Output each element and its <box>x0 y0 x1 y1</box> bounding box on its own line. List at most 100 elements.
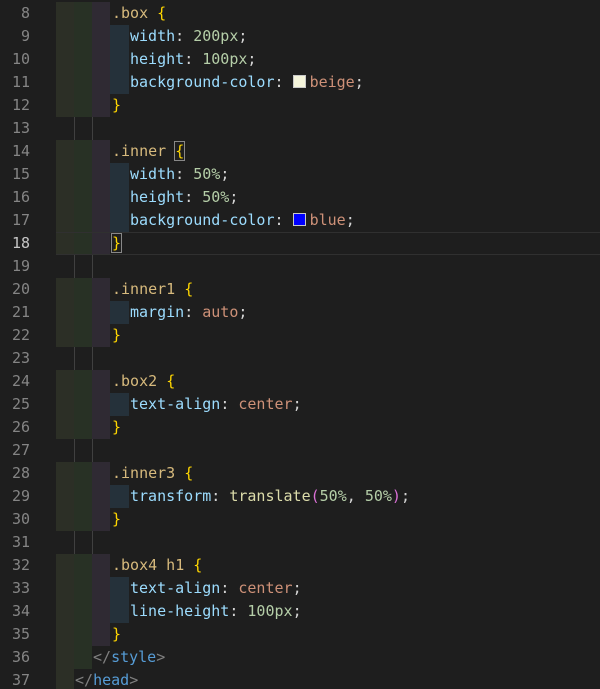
code-line-9[interactable]: 9 width: 200px; <box>0 25 600 48</box>
code-line-11[interactable]: 11 background-color: beige; <box>0 71 600 94</box>
indent-band <box>92 577 110 600</box>
code-text: </style> <box>93 646 165 669</box>
code-line-18[interactable]: 18 } <box>0 232 600 255</box>
code-line-17[interactable]: 17 background-color: blue; <box>0 209 600 232</box>
code-line-20[interactable]: 20 .inner1 { <box>0 278 600 301</box>
line-number: 33 <box>11 579 30 597</box>
code-text: width: 50%; <box>130 163 229 186</box>
code-editor[interactable]: 8 .box { 9 width: 200px; 10 height: 100p… <box>0 0 600 689</box>
code-line-37[interactable]: 37 </head> <box>0 669 600 689</box>
tag-open-bracket: </ <box>75 671 94 689</box>
code-line-25[interactable]: 25 text-align: center; <box>0 393 600 416</box>
semicolon: ; <box>345 211 355 229</box>
code-line-28[interactable]: 28 .inner3 { <box>0 462 600 485</box>
indent-guide <box>92 347 93 370</box>
line-number: 11 <box>11 73 30 91</box>
indent-band <box>74 485 92 508</box>
code-line-27[interactable]: 27 <box>0 439 600 462</box>
indent-band <box>56 186 74 209</box>
indent-band <box>56 324 74 347</box>
indent-band <box>92 554 110 577</box>
code-line-13[interactable]: 13 <box>0 117 600 140</box>
code-text: .box4 h1 { <box>112 554 202 577</box>
colon: : <box>274 211 293 229</box>
code-line-29[interactable]: 29 transform: translate(50%, 50%); <box>0 485 600 508</box>
indent-band <box>92 278 110 301</box>
code-line-36[interactable]: 36 </style> <box>0 646 600 669</box>
indent-band <box>110 163 129 186</box>
indent-band <box>56 209 74 232</box>
indent-band <box>92 393 110 416</box>
code-line-15[interactable]: 15 width: 50%; <box>0 163 600 186</box>
code-text: } <box>112 94 121 117</box>
css-property: text-align <box>130 579 221 597</box>
indent-band <box>110 577 129 600</box>
indent-band <box>74 577 92 600</box>
indent-band <box>92 163 110 186</box>
semicolon: ; <box>292 579 302 597</box>
code-text: text-align: center; <box>130 393 302 416</box>
indent-band <box>74 324 92 347</box>
colon: : <box>229 602 248 620</box>
indent-band <box>92 508 110 531</box>
code-line-35[interactable]: 35 } <box>0 623 600 646</box>
code-line-23[interactable]: 23 <box>0 347 600 370</box>
css-function: translate <box>229 487 311 505</box>
line-number: 10 <box>11 50 30 68</box>
code-line-10[interactable]: 10 height: 100px; <box>0 48 600 71</box>
indent-guide <box>74 439 75 462</box>
code-line-8[interactable]: 8 .box { <box>0 2 600 25</box>
css-property: margin <box>130 303 185 321</box>
indent-band <box>110 393 129 416</box>
line-number: 25 <box>11 395 30 413</box>
indent-band <box>92 186 110 209</box>
indent-band <box>56 646 74 669</box>
css-value: 50% <box>202 188 230 206</box>
css-property: text-align <box>130 395 221 413</box>
code-line-34[interactable]: 34 line-height: 100px; <box>0 600 600 623</box>
indent-guide <box>92 439 93 462</box>
code-line-33[interactable]: 33 text-align: center; <box>0 577 600 600</box>
open-brace: { <box>174 141 186 161</box>
code-line-16[interactable]: 16 height: 50%; <box>0 186 600 209</box>
css-property: width <box>130 165 176 183</box>
css-value: 100px <box>247 602 293 620</box>
colon: : <box>175 27 194 45</box>
colon: : <box>220 395 239 413</box>
indent-band <box>92 71 110 94</box>
code-line-22[interactable]: 22 } <box>0 324 600 347</box>
indent-band <box>92 462 110 485</box>
code-line-19[interactable]: 19 <box>0 255 600 278</box>
indent-guide <box>74 255 75 278</box>
indent-band <box>92 140 110 163</box>
code-line-12[interactable]: 12 } <box>0 94 600 117</box>
css-value: 50% <box>319 487 347 505</box>
code-line-21[interactable]: 21 margin: auto; <box>0 301 600 324</box>
code-line-30[interactable]: 30 } <box>0 508 600 531</box>
indent-band <box>56 163 74 186</box>
code-text: } <box>112 324 121 347</box>
colon: : <box>274 73 293 91</box>
line-number: 14 <box>11 142 30 160</box>
code-text: transform: translate(50%, 50%); <box>130 485 410 508</box>
css-value: center <box>238 579 293 597</box>
indent-band <box>74 462 92 485</box>
css-property: height <box>130 188 185 206</box>
code-text: .inner { <box>112 140 186 163</box>
color-swatch-icon[interactable] <box>292 213 306 226</box>
line-number: 34 <box>11 602 30 620</box>
semicolon: ; <box>292 602 302 620</box>
color-swatch-icon[interactable] <box>292 75 306 88</box>
code-line-14[interactable]: 14 .inner { <box>0 140 600 163</box>
colon: : <box>175 165 194 183</box>
code-line-24[interactable]: 24 .box2 { <box>0 370 600 393</box>
indent-band <box>110 600 129 623</box>
css-property: background-color <box>130 211 275 229</box>
code-line-32[interactable]: 32 .box4 h1 { <box>0 554 600 577</box>
indent-band <box>74 278 92 301</box>
code-line-26[interactable]: 26 } <box>0 416 600 439</box>
line-number: 16 <box>11 188 30 206</box>
current-line-highlight <box>56 232 600 255</box>
indent-band <box>92 324 110 347</box>
code-line-31[interactable]: 31 <box>0 531 600 554</box>
